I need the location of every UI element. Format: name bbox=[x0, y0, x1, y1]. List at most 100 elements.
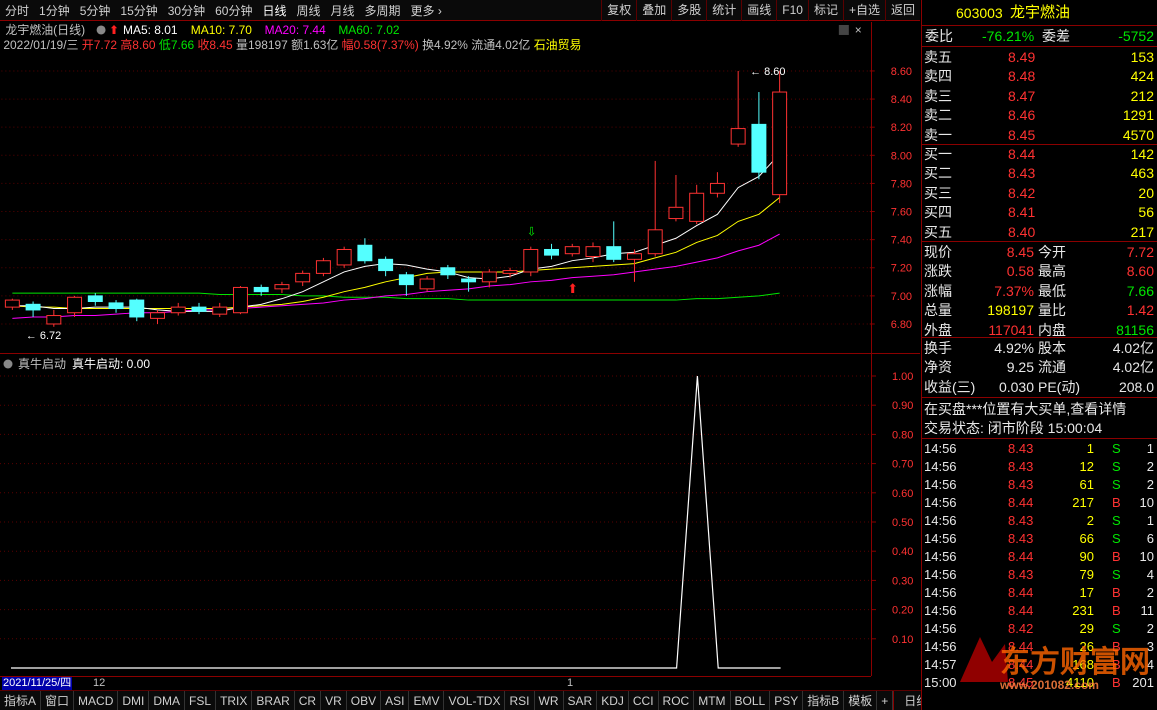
candle-body[interactable] bbox=[668, 206, 684, 220]
candle-body[interactable] bbox=[315, 260, 331, 274]
quote-row[interactable]: 卖三 8.47 212 bbox=[922, 87, 1157, 105]
indicator-tab[interactable]: ROC bbox=[659, 690, 695, 710]
toolbar-button[interactable]: 复权 bbox=[601, 0, 636, 21]
period-tab[interactable]: 日线 bbox=[257, 2, 291, 19]
indicator-tab[interactable]: ASI bbox=[381, 690, 410, 710]
candle-body[interactable] bbox=[212, 306, 228, 315]
indicator-tab[interactable]: EMV bbox=[409, 690, 445, 710]
period-tab[interactable]: 多周期 bbox=[360, 2, 406, 19]
period-tab[interactable]: 15分钟 bbox=[115, 2, 162, 19]
candle-body[interactable] bbox=[419, 278, 435, 290]
kline-chart[interactable]: 8.60 8.40 8.20 8.00 7.80 7.60 7.40 7.20 7.00 6.80… bbox=[0, 22, 920, 354]
tick-row[interactable]: 14:56 8.44 231 B 11 bbox=[922, 602, 1157, 620]
candle-body[interactable] bbox=[751, 123, 767, 173]
candle-body[interactable] bbox=[170, 306, 186, 314]
period-tab[interactable]: 更多 › bbox=[406, 2, 447, 19]
period-tab[interactable]: 分时 bbox=[0, 2, 34, 19]
tick-row[interactable]: 14:56 8.43 1 S 1 bbox=[922, 440, 1157, 458]
toolbar-button[interactable]: 标记 bbox=[807, 0, 843, 21]
indicator-tab[interactable]: BOLL bbox=[731, 690, 771, 710]
candle-body[interactable] bbox=[564, 246, 580, 255]
period-tab[interactable]: 5分钟 bbox=[75, 2, 116, 19]
candle-body[interactable] bbox=[46, 315, 62, 325]
quote-row[interactable]: 卖一 8.45 4570 bbox=[922, 126, 1157, 144]
indicator-tab[interactable]: CCI bbox=[629, 690, 659, 710]
indicator-tab[interactable]: RSI bbox=[505, 690, 535, 710]
bottom-right-tab[interactable]: 指标B bbox=[803, 690, 845, 710]
indicator-tab[interactable]: CR bbox=[295, 690, 322, 710]
candle-body[interactable] bbox=[232, 286, 248, 314]
tick-row[interactable]: 14:56 8.44 17 B 2 bbox=[922, 584, 1157, 602]
candle-body[interactable] bbox=[626, 253, 642, 260]
indicator-tab[interactable]: 窗口 bbox=[41, 690, 75, 710]
chevron-down-icon[interactable] bbox=[3, 359, 13, 369]
indicator-tab[interactable]: MACD bbox=[74, 690, 119, 710]
candle-body[interactable] bbox=[25, 303, 41, 311]
candle-body[interactable] bbox=[481, 271, 497, 283]
indicator-tab[interactable]: BRAR bbox=[252, 690, 295, 710]
tick-row[interactable]: 14:56 8.43 66 S 6 bbox=[922, 530, 1157, 548]
indicator-tab[interactable]: FSL bbox=[185, 690, 217, 710]
candle-body[interactable] bbox=[461, 278, 477, 283]
period-tab[interactable]: 30分钟 bbox=[163, 2, 210, 19]
candle-body[interactable] bbox=[87, 295, 103, 302]
big-order-notice[interactable]: 在买盘***位置有大买单,查看详情 bbox=[922, 400, 1157, 418]
candle-body[interactable] bbox=[191, 306, 207, 312]
candle-body[interactable] bbox=[129, 299, 145, 318]
quote-row[interactable]: 卖五 8.49 153 bbox=[922, 48, 1157, 66]
indicator-tab[interactable]: OBV bbox=[347, 690, 382, 710]
candle-body[interactable] bbox=[4, 299, 20, 308]
tick-row[interactable]: 14:56 8.44 90 B 10 bbox=[922, 548, 1157, 566]
period-tab[interactable]: 1分钟 bbox=[34, 2, 75, 19]
toolbar-button[interactable]: F10 bbox=[776, 0, 808, 21]
toolbar-button[interactable]: 多股 bbox=[671, 0, 706, 21]
candle-body[interactable] bbox=[253, 286, 269, 293]
period-tab[interactable]: 60分钟 bbox=[210, 2, 257, 19]
tick-row[interactable]: 14:56 8.43 2 S 1 bbox=[922, 512, 1157, 530]
candle-body[interactable] bbox=[689, 192, 705, 222]
bottom-right-tab[interactable]: + bbox=[877, 690, 894, 710]
indicator-tab[interactable]: DMI bbox=[118, 690, 150, 710]
quote-row[interactable]: 买一 8.44 142 bbox=[922, 145, 1157, 163]
candle-body[interactable] bbox=[378, 258, 394, 272]
indicator-tab[interactable]: VOL-TDX bbox=[444, 690, 506, 710]
candle-body[interactable] bbox=[108, 302, 124, 310]
candle-body[interactable] bbox=[357, 244, 373, 262]
candle-body[interactable] bbox=[150, 312, 165, 319]
period-tab[interactable]: 周线 bbox=[291, 2, 325, 19]
candle-body[interactable] bbox=[523, 248, 539, 273]
quote-row[interactable]: 买四 8.41 56 bbox=[922, 203, 1157, 221]
indicator-tab[interactable]: SAR bbox=[564, 690, 598, 710]
indicator-tab[interactable]: 指标A bbox=[0, 690, 42, 710]
quote-row[interactable]: 卖四 8.48 424 bbox=[922, 67, 1157, 85]
candle-body[interactable] bbox=[295, 272, 311, 283]
candle-body[interactable] bbox=[440, 267, 456, 276]
toolbar-button[interactable]: 返回 bbox=[884, 0, 920, 21]
window-restore-icon[interactable] bbox=[838, 24, 849, 35]
indicator-tab[interactable]: DMA bbox=[149, 690, 186, 710]
candle-body[interactable] bbox=[274, 284, 290, 290]
toolbar-button[interactable]: 统计 bbox=[706, 0, 741, 21]
bottom-right-tab[interactable]: 模板 bbox=[844, 690, 878, 710]
notice-text[interactable]: 在买盘***位置有大买单,查看详情 bbox=[924, 400, 1126, 418]
period-tab[interactable]: 月线 bbox=[326, 2, 360, 19]
indicator-tab[interactable]: TRIX bbox=[216, 690, 253, 710]
candle-body[interactable] bbox=[647, 229, 663, 255]
quote-row[interactable]: 买五 8.40 217 bbox=[922, 223, 1157, 241]
quote-row[interactable]: 买二 8.43 463 bbox=[922, 164, 1157, 182]
tick-row[interactable]: 14:56 8.43 12 S 2 bbox=[922, 458, 1157, 476]
candle-body[interactable] bbox=[606, 246, 622, 260]
candle-body[interactable] bbox=[772, 91, 788, 196]
indicator-tab[interactable]: PSY bbox=[770, 690, 804, 710]
indicator-tab[interactable]: WR bbox=[535, 690, 564, 710]
candle-body[interactable] bbox=[585, 246, 601, 258]
quote-row[interactable]: 买三 8.42 20 bbox=[922, 184, 1157, 202]
candle-body[interactable] bbox=[709, 182, 725, 194]
candle-body[interactable] bbox=[336, 248, 352, 266]
candle-body[interactable] bbox=[730, 128, 746, 145]
indicator-tab[interactable]: MTM bbox=[694, 690, 731, 710]
indicator-chart[interactable]: 1.00 0.90 0.80 0.70 0.60 0.50 0.40 0.30 0.20 0.10… bbox=[0, 355, 920, 676]
indicator-tab[interactable]: KDJ bbox=[597, 690, 629, 710]
toolbar-button[interactable]: 画线 bbox=[741, 0, 776, 21]
close-icon[interactable]: × bbox=[855, 23, 862, 37]
